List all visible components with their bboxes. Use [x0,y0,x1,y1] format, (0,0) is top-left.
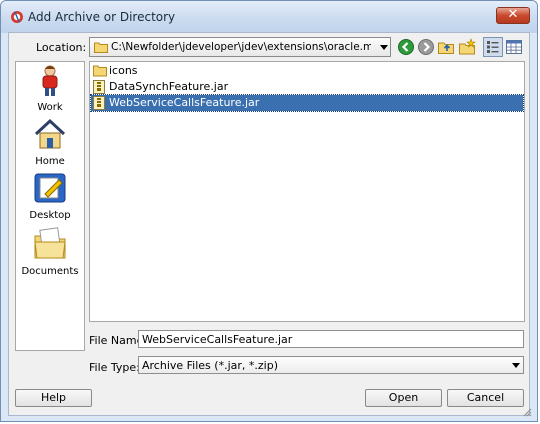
place-label: Work [37,102,63,113]
file-list[interactable]: icons DataSynchFeature.jar WebServiceCal… [89,61,525,322]
list-item[interactable]: DataSynchFeature.jar [91,79,523,95]
documents-icon [34,227,66,259]
up-folder-icon[interactable] [437,38,455,56]
place-label: Desktop [29,210,71,221]
home-icon [34,118,66,149]
place-work[interactable]: Work [16,64,84,114]
list-item[interactable]: icons [91,63,523,79]
file-type-label: File Type: [89,361,140,374]
folder-icon [94,42,108,53]
place-label: Documents [21,266,79,277]
file-type-value: Archive Files (*.jar, *.zip) [142,359,278,372]
open-button[interactable]: Open [365,389,442,407]
back-icon[interactable] [397,38,415,56]
user-icon [42,65,58,96]
place-desktop[interactable]: Desktop [16,172,84,222]
window-title: Add Archive or Directory [28,10,176,24]
file-name: WebServiceCallsFeature.jar [109,96,260,109]
chevron-down-icon [512,363,520,368]
file-name-value: WebServiceCallsFeature.jar [142,333,293,346]
place-label: Home [35,156,65,167]
list-view-icon[interactable] [483,37,503,57]
forward-icon[interactable] [417,38,435,56]
places-sidebar: Work Home Desktop Documents [15,61,85,351]
help-button[interactable]: Help [15,389,92,407]
title-bar[interactable]: Add Archive or Directory ✕ [1,1,537,33]
new-folder-icon[interactable] [458,38,476,56]
file-name: DataSynchFeature.jar [109,80,229,93]
cancel-button[interactable]: Cancel [447,389,524,407]
file-name: icons [109,64,138,77]
details-view-icon[interactable] [505,38,523,56]
folder-icon [93,65,107,77]
close-button[interactable]: ✕ [496,7,530,24]
app-icon [11,11,23,23]
place-documents[interactable]: Documents [16,226,84,277]
dialog-window: Add Archive or Directory ✕ Location: C:\… [0,0,538,422]
resize-grip-icon[interactable] [522,407,532,417]
list-item-selected[interactable]: WebServiceCallsFeature.jar [90,94,524,112]
place-home[interactable]: Home [16,118,84,168]
location-path: C:\Newfolder\jdeveloper\jdev\extensions\… [111,41,371,53]
desktop-icon [34,173,66,203]
location-combo[interactable]: C:\Newfolder\jdeveloper\jdev\extensions\… [89,37,391,57]
close-icon: ✕ [507,7,519,22]
location-label: Location: [36,41,87,54]
chevron-down-icon [380,45,388,50]
file-name-field[interactable]: WebServiceCallsFeature.jar [138,330,524,348]
jar-file-icon [93,96,105,110]
file-type-select[interactable]: Archive Files (*.jar, *.zip) [138,356,524,374]
jar-file-icon [93,80,105,94]
